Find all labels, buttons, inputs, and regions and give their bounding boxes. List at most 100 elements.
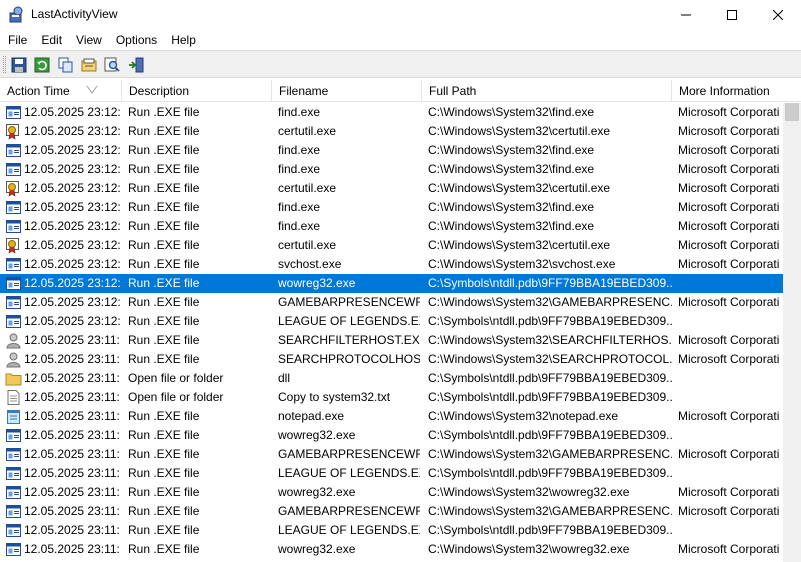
doc-icon — [5, 389, 22, 406]
refresh-button[interactable] — [32, 55, 51, 74]
cell-filename: notepad.exe — [278, 409, 345, 423]
cell-description: Run .EXE file — [128, 143, 200, 157]
maximize-button[interactable] — [709, 0, 755, 30]
cell-description: Run .EXE file — [128, 200, 200, 214]
cell-full-path: C:\Windows\System32\notepad.exe — [428, 409, 619, 423]
cert-icon — [5, 180, 22, 197]
cell-description: Run .EXE file — [128, 409, 200, 423]
table-row[interactable]: 12.05.2025 23:12:... Run .EXE file find.ex… — [0, 141, 783, 160]
cell-more-information: Microsoft Corporati — [678, 257, 780, 271]
table-row[interactable]: 12.05.2025 23:12:... Run .EXE file certuti… — [0, 179, 783, 198]
sort-descending-icon — [86, 85, 98, 94]
find-button[interactable] — [102, 55, 121, 74]
cell-full-path: C:\Windows\System32\SEARCHFILTERHOS... — [428, 333, 672, 347]
table-row[interactable]: 12.05.2025 23:11:... Open file or folder d… — [0, 369, 783, 388]
menu-file[interactable]: File — [0, 30, 34, 50]
table-row[interactable]: 12.05.2025 23:11:... Run .EXE file GAMEBAR… — [0, 502, 783, 521]
table-row[interactable]: 12.05.2025 23:11:... Run .EXE file LEAGUE … — [0, 464, 783, 483]
exe-icon — [5, 256, 22, 273]
table-row[interactable]: 12.05.2025 23:12:... Run .EXE file wowreg3… — [0, 274, 783, 293]
cell-filename: Copy to system32.txt — [278, 390, 391, 404]
cell-action-time: 12.05.2025 23:11:... — [24, 504, 120, 518]
cell-action-time: 12.05.2025 23:12:... — [24, 124, 120, 138]
cell-description: Run .EXE file — [128, 105, 200, 119]
table-row[interactable]: 12.05.2025 23:12:... Run .EXE file find.ex… — [0, 198, 783, 217]
table-row[interactable]: 12.05.2025 23:12:... Run .EXE file certuti… — [0, 122, 783, 141]
column-header-filename[interactable]: Filename — [272, 80, 422, 102]
exe-icon — [5, 446, 22, 463]
column-header-full-path[interactable]: Full Path — [422, 80, 672, 102]
cell-description: Run .EXE file — [128, 276, 200, 290]
table-row[interactable]: 12.05.2025 23:11:... Run .EXE file GAMEBAR… — [0, 445, 783, 464]
exe-icon — [5, 161, 22, 178]
menu-help[interactable]: Help — [164, 30, 203, 50]
cell-more-information — [678, 426, 783, 445]
cell-more-information: Microsoft Corporati — [678, 542, 780, 556]
notepad-icon — [5, 408, 22, 425]
table-row[interactable]: 12.05.2025 23:12:... Run .EXE file find.ex… — [0, 217, 783, 236]
cell-more-information: Microsoft Corporati — [678, 409, 780, 423]
cell-action-time: 12.05.2025 23:11:... — [24, 447, 120, 461]
column-header-more-information[interactable]: More Information — [672, 80, 801, 102]
table-row[interactable]: 12.05.2025 23:11:... Run .EXE file LEAGUE … — [0, 521, 783, 540]
cell-filename: GAMEBARPRESENCEWR... — [278, 295, 420, 309]
toolbar-grip[interactable] — [3, 56, 6, 73]
scrollbar-thumb[interactable] — [785, 103, 799, 121]
cell-action-time: 12.05.2025 23:11:... — [24, 485, 120, 499]
cell-filename: find.exe — [278, 162, 321, 176]
table-row[interactable]: 12.05.2025 23:11:... Run .EXE file wowreg3… — [0, 426, 783, 445]
cell-filename: find.exe — [278, 200, 321, 214]
table-row[interactable]: 12.05.2025 23:12:... Run .EXE file GAMEBAR… — [0, 293, 783, 312]
column-header-action-time[interactable]: Action Time — [0, 80, 122, 102]
table-row[interactable]: 12.05.2025 23:11:... Run .EXE file notepad… — [0, 407, 783, 426]
menu-options[interactable]: Options — [109, 30, 164, 50]
cell-filename: find.exe — [278, 143, 321, 157]
cell-filename: wowreg32.exe — [278, 542, 356, 556]
cell-description: Open file or folder — [128, 390, 224, 404]
table-row[interactable]: 12.05.2025 23:12:... Run .EXE file svchost… — [0, 255, 783, 274]
cell-filename: wowreg32.exe — [278, 485, 356, 499]
exe-icon — [5, 218, 22, 235]
table-row[interactable]: 12.05.2025 23:12:... Run .EXE file find.ex… — [0, 103, 783, 122]
cell-action-time: 12.05.2025 23:12:... — [24, 181, 120, 195]
table-row[interactable]: 12.05.2025 23:11:... Run .EXE file SEARCHP… — [0, 350, 783, 369]
copy-button[interactable] — [56, 55, 75, 74]
cell-full-path: C:\Windows\System32\SEARCHPROTOCOL... — [428, 352, 672, 366]
exe-icon — [5, 313, 22, 330]
table-row[interactable]: 12.05.2025 23:11:... Open file or folder C… — [0, 388, 783, 407]
cell-more-information — [678, 521, 783, 540]
properties-icon — [81, 58, 96, 71]
cell-action-time: 12.05.2025 23:11:... — [24, 371, 120, 385]
cell-filename: LEAGUE OF LEGENDS.EXE — [278, 523, 420, 537]
table-row[interactable]: 12.05.2025 23:12:... Run .EXE file LEAGUE … — [0, 312, 783, 331]
cell-action-time: 12.05.2025 23:12:... — [24, 219, 120, 233]
cell-action-time: 12.05.2025 23:11:... — [24, 390, 120, 404]
cell-action-time: 12.05.2025 23:11:... — [24, 542, 120, 556]
cell-action-time: 12.05.2025 23:12:... — [24, 105, 120, 119]
vertical-scrollbar[interactable] — [783, 103, 801, 562]
cell-description: Open file or folder — [128, 371, 224, 385]
table-row[interactable]: 12.05.2025 23:12:... Run .EXE file find.ex… — [0, 160, 783, 179]
table-row[interactable]: 12.05.2025 23:11:... Run .EXE file SEARCHF… — [0, 331, 783, 350]
exit-button[interactable] — [126, 55, 145, 74]
table-row[interactable]: 12.05.2025 23:11:... Run .EXE file wowreg3… — [0, 540, 783, 559]
find-icon — [104, 57, 120, 72]
properties-button[interactable] — [79, 55, 98, 74]
close-button[interactable] — [755, 0, 801, 30]
user-icon — [5, 351, 22, 368]
column-header-description[interactable]: Description — [122, 80, 272, 102]
save-icon — [11, 57, 26, 72]
cell-full-path: C:\Symbols\ntdll.pdb\9FF79BBA19EBED309..… — [428, 523, 672, 537]
menu-edit[interactable]: Edit — [34, 30, 69, 50]
save-button[interactable] — [9, 55, 28, 74]
minimize-button[interactable] — [663, 0, 709, 30]
title-bar: LastActivityView — [0, 0, 801, 30]
exe-icon — [5, 484, 22, 501]
menu-view[interactable]: View — [69, 30, 109, 50]
cell-description: Run .EXE file — [128, 238, 200, 252]
cell-more-information: Microsoft Corporati — [678, 219, 780, 233]
cell-description: Run .EXE file — [128, 428, 200, 442]
table-row[interactable]: 12.05.2025 23:11:... Run .EXE file wowreg3… — [0, 483, 783, 502]
table-row[interactable]: 12.05.2025 23:12:... Run .EXE file certuti… — [0, 236, 783, 255]
cell-filename: SEARCHFILTERHOST.EXE — [278, 333, 420, 347]
